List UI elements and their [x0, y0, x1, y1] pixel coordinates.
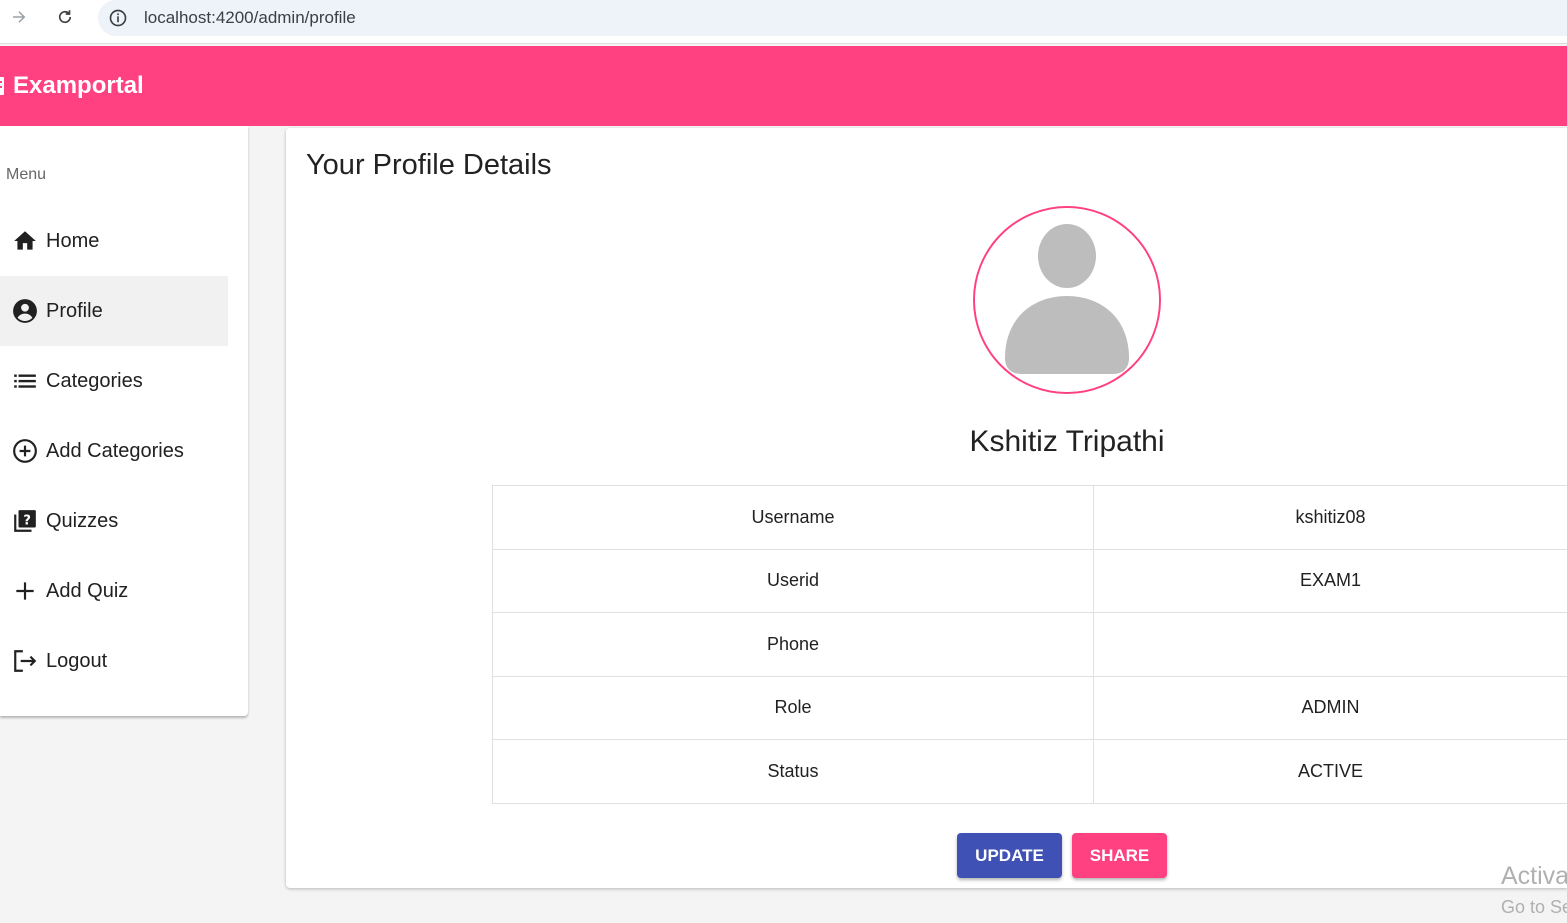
- detail-value: [1093, 612, 1567, 677]
- forward-button[interactable]: [4, 4, 34, 30]
- share-button[interactable]: SHARE: [1072, 833, 1167, 878]
- sidebar-item-add-categories[interactable]: Add Categories: [0, 416, 228, 486]
- table-row: Status ACTIVE: [492, 739, 1567, 804]
- browser-bar: localhost:4200/admin/profile: [0, 0, 1567, 44]
- svg-text:?: ?: [23, 513, 31, 528]
- logout-icon: [11, 647, 39, 675]
- table-row: Userid EXAM1: [492, 549, 1567, 613]
- detail-value: EXAM1: [1093, 549, 1567, 613]
- table-row: Role ADMIN: [492, 676, 1567, 740]
- table-row: Phone: [492, 612, 1567, 677]
- add-circle-icon: [11, 437, 39, 465]
- sidebar-item-label: Add Categories: [46, 439, 184, 462]
- arrow-right-icon: [13, 11, 26, 23]
- detail-key: Phone: [492, 612, 1094, 677]
- profile-card: Your Profile Details Kshitiz Tripathi Us…: [286, 128, 1567, 888]
- detail-value: ACTIVE: [1093, 739, 1567, 804]
- detail-value: ADMIN: [1093, 676, 1567, 740]
- sidebar-item-label: Quizzes: [46, 509, 119, 532]
- sidebar-item-profile[interactable]: Profile: [0, 276, 228, 346]
- sidebar-item-label: Categories: [46, 369, 143, 392]
- user-placeholder-icon: [975, 208, 1159, 392]
- activation-watermark-title: Activa: [1501, 862, 1567, 890]
- detail-key: Status: [492, 739, 1094, 804]
- brand-icon: [0, 75, 10, 97]
- sidebar-item-categories[interactable]: Categories: [0, 346, 228, 416]
- plus-icon: [11, 577, 39, 605]
- address-bar[interactable]: localhost:4200/admin/profile: [98, 0, 1567, 36]
- app-toolbar: Examportal: [0, 46, 1567, 126]
- sidebar-item-add-quiz[interactable]: Add Quiz: [0, 556, 228, 626]
- sidebar-item-home[interactable]: Home: [0, 206, 228, 276]
- menu-title: Menu: [6, 166, 47, 183]
- sidebar-menu: Menu Home Profile Categories Add Categor…: [0, 126, 248, 716]
- activation-watermark-subtitle: Go to Se: [1501, 897, 1567, 917]
- reload-icon: [58, 10, 72, 24]
- quiz-icon: ?: [11, 507, 39, 535]
- url-text: localhost:4200/admin/profile: [144, 8, 356, 27]
- detail-key: Username: [492, 485, 1094, 550]
- avatar: [973, 206, 1161, 394]
- site-info-icon[interactable]: [106, 6, 130, 30]
- detail-key: Userid: [492, 549, 1094, 613]
- sidebar-item-logout[interactable]: Logout: [0, 626, 228, 696]
- sidebar-item-quizzes[interactable]: ? Quizzes: [0, 486, 228, 556]
- sidebar-item-label: Logout: [46, 649, 108, 672]
- detail-value: kshitiz08: [1093, 485, 1567, 550]
- detail-key: Role: [492, 676, 1094, 740]
- sidebar-item-label: Home: [46, 229, 100, 252]
- profile-details-table: Username kshitiz08 Userid EXAM1 Phone Ro…: [492, 485, 1567, 804]
- sidebar-item-label: Profile: [46, 299, 103, 322]
- update-button[interactable]: UPDATE: [957, 833, 1062, 878]
- user-full-name: Kshitiz Tripathi: [969, 425, 1165, 458]
- list-icon: [11, 367, 39, 395]
- page-title: Your Profile Details: [306, 149, 552, 181]
- table-row: Username kshitiz08: [492, 485, 1567, 550]
- home-icon: [11, 227, 39, 255]
- account-circle-icon: [11, 297, 39, 325]
- brand-name[interactable]: Examportal: [13, 72, 144, 100]
- reload-button[interactable]: [50, 4, 80, 30]
- sidebar-item-label: Add Quiz: [46, 579, 129, 602]
